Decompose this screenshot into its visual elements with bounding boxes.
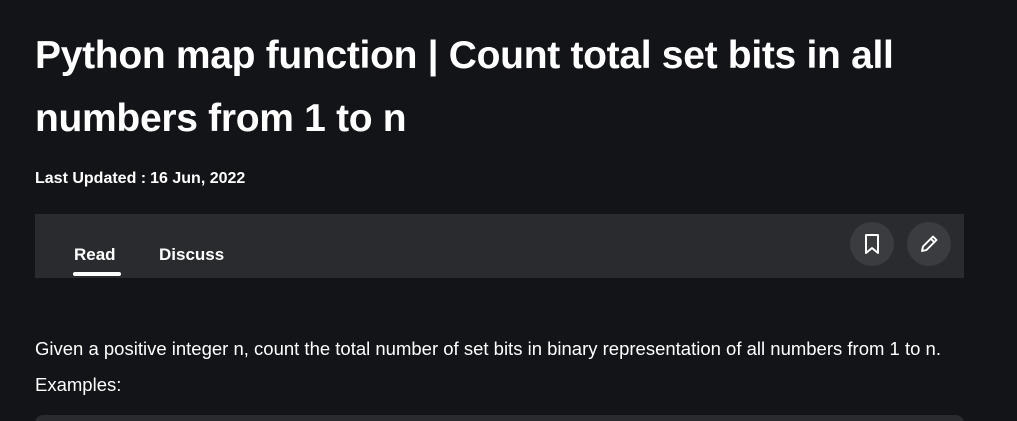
pencil-icon bbox=[921, 235, 938, 252]
article-page: Python map function | Count total set bi… bbox=[0, 0, 1017, 421]
tab-discuss[interactable]: Discuss bbox=[159, 245, 224, 265]
bookmark-icon bbox=[865, 234, 879, 254]
article-title: Python map function | Count total set bi… bbox=[35, 34, 894, 140]
article-tab-bar: Read Discuss bbox=[35, 214, 964, 278]
bookmark-button[interactable] bbox=[850, 222, 894, 266]
examples-block bbox=[35, 415, 964, 421]
tab-read[interactable]: Read bbox=[74, 245, 116, 265]
last-updated-label: Last Updated : bbox=[35, 170, 147, 187]
last-updated: Last Updated :16 Jun, 2022 bbox=[35, 170, 245, 188]
last-updated-date: 16 Jun, 2022 bbox=[150, 170, 246, 187]
article-intro: Given a positive integer n, count the to… bbox=[35, 338, 941, 395]
active-tab-indicator bbox=[73, 272, 121, 276]
edit-button[interactable] bbox=[907, 222, 951, 266]
